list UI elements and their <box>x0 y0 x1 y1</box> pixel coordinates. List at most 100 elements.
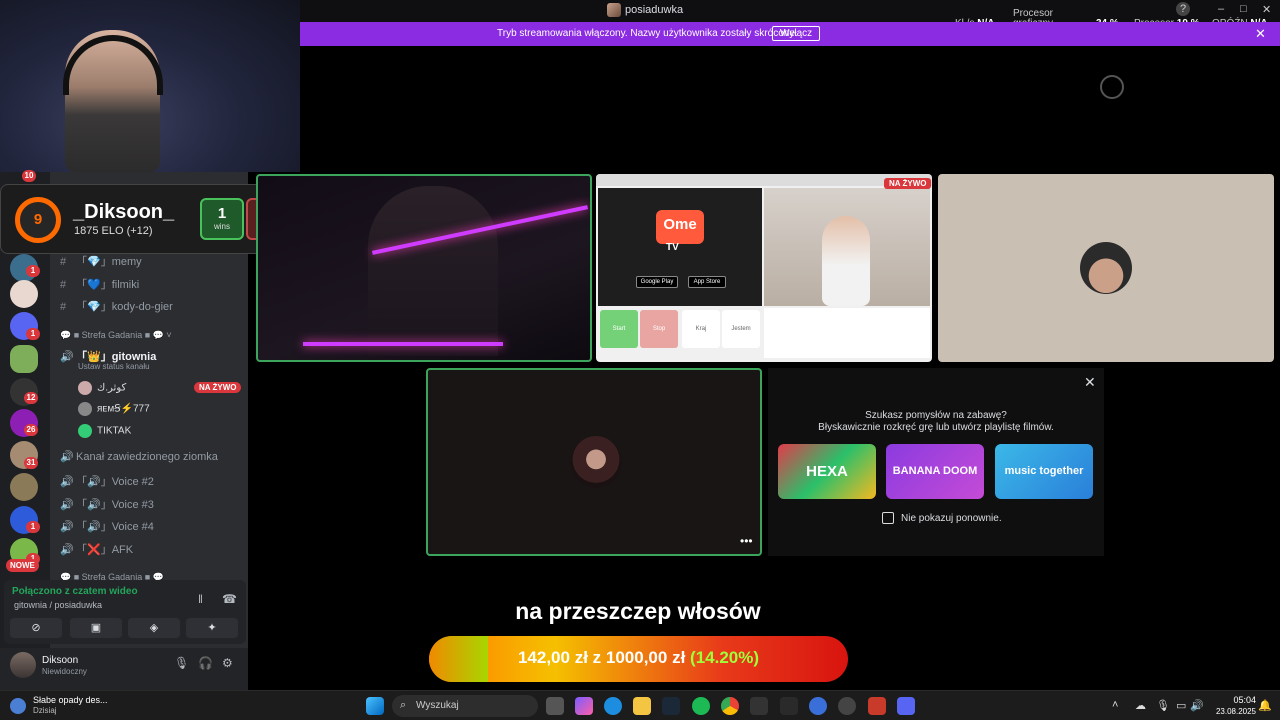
connection-location[interactable]: gitownia / posiaduwka <box>14 600 102 610</box>
server-icon[interactable] <box>10 345 38 373</box>
player-name: _Diksoon_ <box>73 201 175 223</box>
channel-filmiki[interactable]: # 「💙」filmiki <box>60 276 139 292</box>
server-icon[interactable] <box>10 473 38 501</box>
remote-person <box>822 216 870 306</box>
disable-streamer-mode-button[interactable]: Wyłącz <box>772 26 821 41</box>
app-icon[interactable] <box>809 697 827 715</box>
activity-question: Szukasz pomysłów na zabawę? <box>865 410 1007 421</box>
effects-button[interactable]: ✦ <box>186 618 238 638</box>
unread-badge: 10 <box>22 170 36 182</box>
banner-text: Tryb streamowania włączony. Nazwy użytko… <box>497 28 798 39</box>
level-number: 9 <box>33 211 43 228</box>
avatar[interactable] <box>10 652 36 678</box>
start-icon[interactable] <box>366 697 384 715</box>
server-icon <box>607 3 621 17</box>
more-options-icon[interactable]: ••• <box>740 534 753 548</box>
screen-share-tile[interactable]: Ome TV Google Play App Store Start Stop … <box>596 174 932 362</box>
file-explorer-icon[interactable] <box>633 697 651 715</box>
microphone-icon[interactable]: 🎙 <box>1156 699 1170 712</box>
channel-kody-do-gier[interactable]: # 「💎」kody-do-gier <box>60 298 173 314</box>
ometv-country-button[interactable]: Kraj <box>682 310 720 348</box>
server-icon[interactable] <box>10 280 38 308</box>
ometv-start-button[interactable]: Start <box>600 310 638 348</box>
unread-badge: 12 <box>24 392 38 404</box>
video-tile[interactable] <box>938 174 1274 362</box>
voice-channel[interactable]: 🔊 Kanał zawiedzionego ziomka <box>60 450 218 463</box>
unread-badge: 1 <box>26 265 40 277</box>
help-icon[interactable]: ? <box>1176 2 1190 16</box>
clock-time[interactable]: 05:04 <box>1206 695 1256 705</box>
soundboard-icon[interactable]: ‖ <box>198 592 203 606</box>
copilot-icon[interactable] <box>575 697 593 715</box>
task-view-icon[interactable] <box>546 697 564 715</box>
voice-user[interactable]: ᴙᴇᴍꞨ⚡777 <box>78 402 150 416</box>
voice-user[interactable]: كوثر.ك <box>78 381 126 395</box>
clock-date[interactable]: 23.08.2025 <box>1206 707 1256 716</box>
elo-value: 1875 ELO (+12) <box>74 225 153 237</box>
disconnect-icon[interactable]: ☎ <box>222 592 237 606</box>
new-badge: NOWE <box>6 559 39 572</box>
voice-channel[interactable]: 🔊 「🔊」Voice #2 <box>60 473 154 489</box>
tray-app-icon[interactable]: ☁ <box>1135 699 1146 712</box>
voice-user[interactable]: TIKTAK <box>78 424 131 438</box>
microphone-icon[interactable]: 🎙 <box>174 656 189 670</box>
live-badge: NA ŻYWO <box>194 382 242 393</box>
activity-card-banana-doom[interactable]: BANANA DOOM <box>886 444 984 499</box>
activity-card-music-together[interactable]: music together <box>995 444 1093 499</box>
led-strip <box>303 342 503 346</box>
ometv-panel: Ome TV Google Play App Store <box>598 188 762 306</box>
category-strefa-gadania[interactable]: 💬 ■ Strefa Gadania ■ 💬 ˅ <box>60 330 172 341</box>
discord-icon[interactable] <box>897 697 915 715</box>
voice-channel[interactable]: 🔊 「🔊」Voice #4 <box>60 518 154 534</box>
ometv-gender-button[interactable]: Jestem <box>722 310 760 348</box>
app-store-button[interactable]: App Store <box>688 276 726 288</box>
unread-badge: 1 <box>26 521 40 533</box>
activity-subtitle: Błyskawicznie rozkręć grę lub utwórz pla… <box>818 422 1054 433</box>
ometv-stop-button[interactable]: Stop <box>640 310 678 348</box>
chrome-icon[interactable] <box>721 697 739 715</box>
minimize-icon[interactable]: – <box>1218 3 1224 15</box>
app-icon[interactable] <box>838 697 856 715</box>
voice-channel[interactable]: 🔊 「🔊」Voice #3 <box>60 496 154 512</box>
tray-chevron-icon[interactable]: ˄ <box>1112 699 1118 711</box>
channel-memy[interactable]: # 「💎」memy <box>60 253 142 269</box>
dont-show-checkbox[interactable] <box>882 512 894 524</box>
video-tile[interactable]: ••• <box>426 368 762 556</box>
username: Diksoon <box>42 655 79 666</box>
app-icon[interactable] <box>868 697 886 715</box>
settings-gear-icon[interactable]: ⚙ <box>222 656 233 670</box>
video-tile[interactable] <box>256 174 592 362</box>
app-icon[interactable] <box>780 697 798 715</box>
edge-icon[interactable] <box>604 697 622 715</box>
unread-badge: 26 <box>24 424 38 436</box>
weather-icon[interactable] <box>10 698 26 714</box>
activities-button[interactable]: ◈ <box>128 618 180 638</box>
search-box[interactable]: ⌕ Wyszukaj <box>392 695 538 717</box>
screen-share-button[interactable]: ▣ <box>70 618 122 638</box>
spotify-icon[interactable] <box>692 697 710 715</box>
volume-icon[interactable]: 🔊 <box>1190 699 1204 712</box>
app-icon[interactable] <box>750 697 768 715</box>
headphones-icon[interactable]: 🎧 <box>198 656 213 670</box>
banner-close-icon[interactable]: ✕ <box>1255 26 1266 42</box>
close-icon[interactable]: ✕ <box>1084 374 1096 391</box>
google-play-button[interactable]: Google Play <box>636 276 678 288</box>
notification-icon[interactable]: 🔔 <box>1258 699 1272 712</box>
network-icon[interactable]: ▭ <box>1176 699 1186 712</box>
activity-card-hexa[interactable]: HEXA <box>778 444 876 499</box>
weather-text[interactable]: Słabe opady des... <box>33 695 108 705</box>
browser-toolbar <box>596 174 932 186</box>
maximize-icon[interactable]: □ <box>1240 3 1247 15</box>
user-panel: Diksoon Niewidoczny 🎙 🎧 ⚙ <box>0 648 248 690</box>
channel-status[interactable]: Ustaw status kanału <box>78 362 150 371</box>
steam-icon[interactable] <box>662 697 680 715</box>
streamer-mode-banner: Tryb streamowania włączony. Nazwy użytko… <box>300 22 1280 46</box>
taskbar: Słabe opady des... Dzisiaj ⌕ Wyszukaj ˄ … <box>0 690 1280 720</box>
loading-spinner-icon <box>1100 75 1124 99</box>
streamer-webcam <box>0 0 300 172</box>
close-icon[interactable]: ✕ <box>1262 3 1271 16</box>
camera-toggle-button[interactable]: ⊘ <box>10 618 62 638</box>
participant-avatar <box>570 436 622 488</box>
voice-channel-afk[interactable]: 🔊 「❌」AFK <box>60 541 133 557</box>
window-title: posiaduwka <box>625 4 684 16</box>
